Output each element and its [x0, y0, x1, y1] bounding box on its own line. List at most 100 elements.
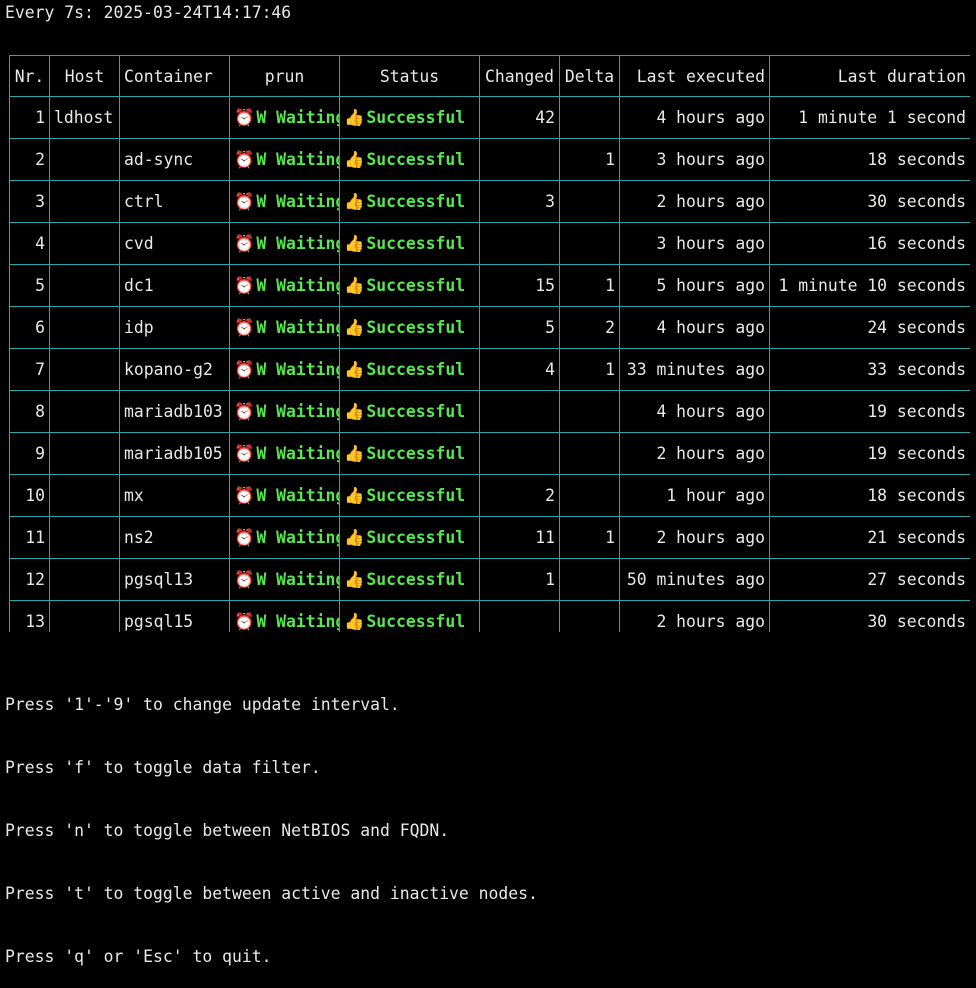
alarm-clock-icon: ⏰ — [234, 443, 255, 463]
cell-status-text: Successful — [366, 191, 466, 211]
cell-nr: 13 — [9, 600, 50, 632]
cell-delta — [559, 390, 620, 433]
cell-prun-text: W Waiting — [256, 191, 340, 211]
thumbs-up-icon: 👍 — [344, 569, 365, 589]
alarm-clock-icon: ⏰ — [234, 107, 255, 127]
cell-status-text: Successful — [366, 443, 466, 463]
cell-last-executed: 1 hour ago — [619, 474, 770, 517]
cell-last-executed: 2 hours ago — [619, 600, 770, 632]
cell-status: 👍 Successful — [339, 264, 480, 307]
help-line: Press 't' to toggle between active and i… — [5, 884, 538, 903]
cell-prun: ⏰ W Waiting — [229, 348, 340, 391]
alarm-clock-icon: ⏰ — [234, 611, 255, 631]
cell-host — [49, 222, 120, 265]
cell-nr: 4 — [9, 222, 50, 265]
column-header-container: Container — [119, 55, 230, 97]
table-row: 11 ns2 ⏰ W Waiting 👍 Successful 11 1 2 hours ago… — [9, 516, 970, 559]
cell-prun: ⏰ W Waiting — [229, 390, 340, 433]
cell-last-duration: 30 seconds — [769, 180, 970, 223]
cell-prun: ⏰ W Waiting — [229, 600, 340, 632]
thumbs-up-icon: 👍 — [344, 611, 365, 631]
thumbs-up-icon: 👍 — [344, 527, 365, 547]
cell-last-executed: 2 hours ago — [619, 180, 770, 223]
cell-last-duration: 1 minute 1 second — [769, 96, 970, 139]
cell-status-text: Successful — [366, 359, 466, 379]
cell-last-duration: 24 seconds — [769, 306, 970, 349]
table-row: 4 cvd ⏰ W Waiting 👍 Successful 3 hours ago 16 s… — [9, 222, 970, 265]
status-table-container: Nr. Host Container prun Status Changed D… — [9, 55, 970, 632]
column-header-status: Status — [339, 55, 480, 97]
cell-last-executed: 3 hours ago — [619, 138, 770, 181]
cell-prun: ⏰ W Waiting — [229, 264, 340, 307]
cell-delta: 1 — [559, 348, 620, 391]
cell-container: ad-sync — [119, 138, 230, 181]
cell-last-executed: 5 hours ago — [619, 264, 770, 307]
cell-prun-text: W Waiting — [256, 443, 340, 463]
cell-status-text: Successful — [366, 401, 466, 421]
thumbs-up-icon: 👍 — [344, 359, 365, 379]
cell-nr: 5 — [9, 264, 50, 307]
cell-status-text: Successful — [366, 149, 466, 169]
cell-changed: 42 — [479, 96, 560, 139]
cell-host — [49, 516, 120, 559]
cell-host — [49, 600, 120, 632]
cell-host — [49, 264, 120, 307]
cell-prun-text: W Waiting — [256, 359, 340, 379]
cell-container: dc1 — [119, 264, 230, 307]
table-row: 6 idp ⏰ W Waiting 👍 Successful 5 2 4 hours ago 24… — [9, 306, 970, 349]
alarm-clock-icon: ⏰ — [234, 317, 255, 337]
cell-prun-text: W Waiting — [256, 569, 340, 589]
cell-status-text: Successful — [366, 569, 466, 589]
cell-nr: 12 — [9, 558, 50, 601]
cell-delta — [559, 474, 620, 517]
cell-container: mariadb103 — [119, 390, 230, 433]
cell-nr: 7 — [9, 348, 50, 391]
thumbs-up-icon: 👍 — [344, 107, 365, 127]
cell-status-text: Successful — [366, 233, 466, 253]
cell-delta — [559, 558, 620, 601]
cell-status: 👍 Successful — [339, 600, 480, 632]
cell-status-text: Successful — [366, 485, 466, 505]
table-row: 12 pgsql13 ⏰ W Waiting 👍 Successful 1 50 minute… — [9, 558, 970, 601]
cell-prun: ⏰ W Waiting — [229, 138, 340, 181]
cell-last-duration: 18 seconds — [769, 138, 970, 181]
table-row: 2 ad-sync ⏰ W Waiting 👍 Successful 1 3 hours ag… — [9, 138, 970, 181]
alarm-clock-icon: ⏰ — [234, 275, 255, 295]
cell-last-executed: 4 hours ago — [619, 96, 770, 139]
cell-delta: 2 — [559, 306, 620, 349]
cell-status: 👍 Successful — [339, 558, 480, 601]
cell-nr: 11 — [9, 516, 50, 559]
help-line: Press '1'-'9' to change update interval. — [5, 695, 400, 714]
help-line: Press 'n' to toggle between NetBIOS and … — [5, 821, 450, 840]
cell-container: idp — [119, 306, 230, 349]
table-row: 5 dc1 ⏰ W Waiting 👍 Successful 15 1 5 hours ago 1… — [9, 264, 970, 307]
cell-last-executed: 3 hours ago — [619, 222, 770, 265]
cell-nr: 2 — [9, 138, 50, 181]
cell-nr: 8 — [9, 390, 50, 433]
cell-changed: 11 — [479, 516, 560, 559]
alarm-clock-icon: ⏰ — [234, 359, 255, 379]
cell-last-executed: 33 minutes ago — [619, 348, 770, 391]
alarm-clock-icon: ⏰ — [234, 233, 255, 253]
cell-prun: ⏰ W Waiting — [229, 474, 340, 517]
cell-changed — [479, 222, 560, 265]
table-header-row: Nr. Host Container prun Status Changed D… — [9, 55, 970, 97]
cell-host — [49, 390, 120, 433]
help-line: Press 'q' or 'Esc' to quit. — [5, 947, 272, 966]
cell-last-duration: 19 seconds — [769, 390, 970, 433]
cell-container: ns2 — [119, 516, 230, 559]
cell-prun: ⏰ W Waiting — [229, 222, 340, 265]
cell-prun: ⏰ W Waiting — [229, 516, 340, 559]
cell-last-executed: 4 hours ago — [619, 306, 770, 349]
table-row: 3 ctrl ⏰ W Waiting 👍 Successful 3 2 hours ago 30… — [9, 180, 970, 223]
cell-status: 👍 Successful — [339, 306, 480, 349]
cell-status: 👍 Successful — [339, 222, 480, 265]
cell-host — [49, 180, 120, 223]
cell-last-executed: 50 minutes ago — [619, 558, 770, 601]
cell-changed: 5 — [479, 306, 560, 349]
thumbs-up-icon: 👍 — [344, 485, 365, 505]
cell-last-executed: 2 hours ago — [619, 516, 770, 559]
cell-prun-text: W Waiting — [256, 275, 340, 295]
thumbs-up-icon: 👍 — [344, 233, 365, 253]
cell-status: 👍 Successful — [339, 96, 480, 139]
